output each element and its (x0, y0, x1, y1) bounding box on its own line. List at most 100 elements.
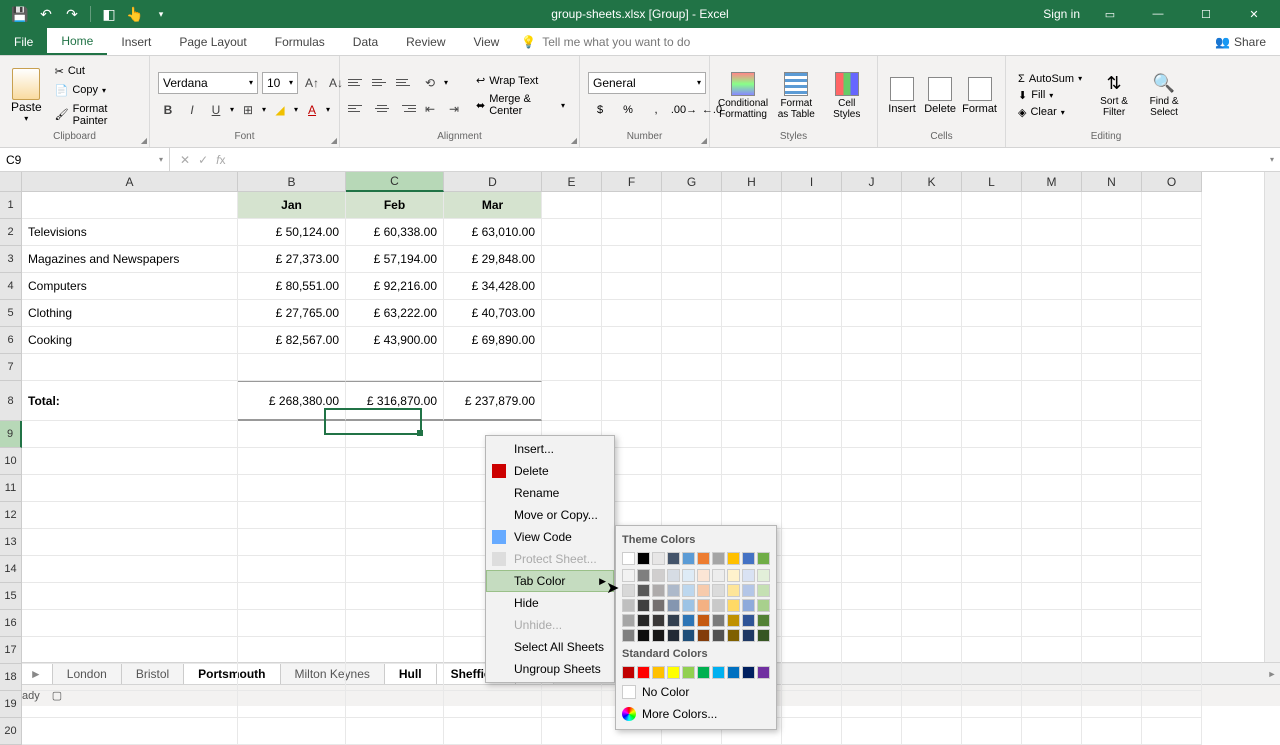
cell[interactable] (902, 246, 962, 273)
row-header-15[interactable]: 15 (0, 583, 22, 610)
dialog-launcher-icon[interactable]: ◢ (331, 136, 337, 145)
cell[interactable] (1142, 273, 1202, 300)
cell[interactable] (238, 664, 346, 691)
underline-button[interactable]: U (206, 100, 226, 120)
undo-icon[interactable]: ↶ (34, 2, 58, 26)
cell[interactable]: £ 80,551.00 (238, 273, 346, 300)
cell[interactable] (602, 273, 662, 300)
cell[interactable] (346, 529, 444, 556)
cell[interactable]: £ 40,703.00 (444, 300, 542, 327)
cell[interactable] (602, 354, 662, 381)
cell[interactable] (238, 637, 346, 664)
color-swatch[interactable] (742, 629, 755, 642)
cell[interactable] (662, 273, 722, 300)
cell[interactable] (902, 637, 962, 664)
cell[interactable]: £ 27,765.00 (238, 300, 346, 327)
fill-color-icon[interactable]: ◢ (270, 100, 290, 120)
cell[interactable] (842, 246, 902, 273)
color-swatch[interactable] (622, 599, 635, 612)
touch-mode-icon[interactable]: 👆 (123, 2, 147, 26)
align-right-icon[interactable] (396, 100, 416, 118)
cell[interactable] (1022, 354, 1082, 381)
cell[interactable] (782, 529, 842, 556)
cell[interactable] (782, 583, 842, 610)
cell[interactable] (1142, 664, 1202, 691)
cell[interactable] (962, 354, 1022, 381)
cell[interactable] (842, 192, 902, 219)
cell[interactable] (542, 273, 602, 300)
cell-styles-button[interactable]: Cell Styles (825, 72, 869, 120)
color-swatch[interactable] (637, 599, 650, 612)
column-header-N[interactable]: N (1082, 172, 1142, 192)
color-swatch[interactable] (697, 552, 710, 565)
ribbon-tab-file[interactable]: File (0, 28, 47, 55)
cell[interactable] (842, 273, 902, 300)
row-header-18[interactable]: 18 (0, 664, 22, 691)
column-header-O[interactable]: O (1142, 172, 1202, 192)
cell[interactable] (782, 448, 842, 475)
cell[interactable] (842, 448, 902, 475)
cell[interactable] (1082, 610, 1142, 637)
column-header-K[interactable]: K (902, 172, 962, 192)
color-swatch[interactable] (742, 614, 755, 627)
maximize-icon[interactable]: ☐ (1188, 0, 1224, 28)
cell[interactable] (902, 475, 962, 502)
cell[interactable] (238, 691, 346, 718)
cell[interactable] (1082, 475, 1142, 502)
qat-customize-icon[interactable]: ▾ (149, 2, 173, 26)
cell[interactable] (782, 637, 842, 664)
cell[interactable] (1142, 610, 1202, 637)
cell[interactable] (782, 610, 842, 637)
cell[interactable] (722, 219, 782, 246)
cell[interactable] (22, 529, 238, 556)
cell[interactable] (962, 192, 1022, 219)
cell[interactable]: £ 29,848.00 (444, 246, 542, 273)
row-header-19[interactable]: 19 (0, 691, 22, 718)
cell[interactable] (662, 192, 722, 219)
column-header-I[interactable]: I (782, 172, 842, 192)
row-header-3[interactable]: 3 (0, 246, 22, 273)
cell[interactable] (782, 219, 842, 246)
select-all-corner[interactable] (0, 172, 22, 192)
color-swatch[interactable] (712, 666, 725, 679)
cell[interactable] (1082, 273, 1142, 300)
cell[interactable] (1082, 300, 1142, 327)
color-swatch[interactable] (652, 629, 665, 642)
ctx-delete[interactable]: Delete (486, 460, 614, 482)
cell[interactable] (1022, 583, 1082, 610)
cell[interactable] (902, 300, 962, 327)
cell[interactable] (962, 381, 1022, 421)
cell[interactable] (902, 192, 962, 219)
color-swatch[interactable] (637, 629, 650, 642)
cell[interactable] (238, 448, 346, 475)
row-header-20[interactable]: 20 (0, 718, 22, 745)
cell[interactable] (1142, 381, 1202, 421)
cell[interactable] (1082, 691, 1142, 718)
cell[interactable] (1022, 246, 1082, 273)
cell[interactable] (962, 664, 1022, 691)
color-swatch[interactable] (757, 666, 770, 679)
row-header-11[interactable]: 11 (0, 475, 22, 502)
cell[interactable] (782, 381, 842, 421)
cell[interactable] (662, 381, 722, 421)
ctx-tab-color[interactable]: Tab Color▶ (486, 570, 614, 592)
cell[interactable] (1022, 219, 1082, 246)
color-swatch[interactable] (652, 599, 665, 612)
color-swatch[interactable] (712, 569, 725, 582)
cell[interactable] (1022, 556, 1082, 583)
cell[interactable] (1082, 192, 1142, 219)
cell[interactable] (238, 421, 346, 448)
sort-filter-button[interactable]: ⇅Sort & Filter (1092, 73, 1136, 118)
cell[interactable] (602, 327, 662, 354)
tell-me-search[interactable]: 💡 Tell me what you want to do (521, 28, 690, 55)
cell[interactable] (962, 637, 1022, 664)
fill-button[interactable]: ⬇Fill▾ (1014, 88, 1086, 103)
color-swatch[interactable] (652, 552, 665, 565)
cell[interactable] (722, 327, 782, 354)
color-swatch[interactable] (682, 569, 695, 582)
cell[interactable] (1022, 502, 1082, 529)
color-swatch[interactable] (712, 614, 725, 627)
color-swatch[interactable] (652, 584, 665, 597)
cell[interactable] (1022, 637, 1082, 664)
cell[interactable] (842, 691, 902, 718)
